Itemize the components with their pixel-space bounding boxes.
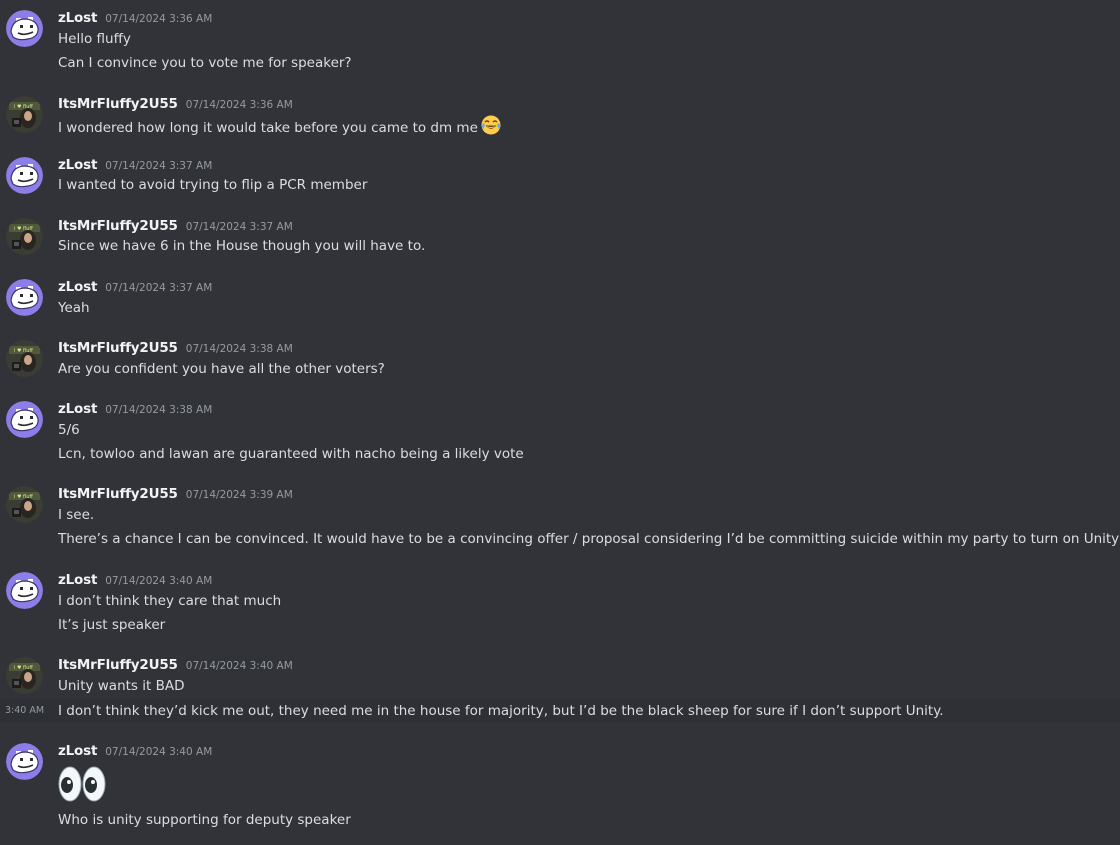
timestamp[interactable]: 07/14/2024 3:40 AM xyxy=(105,746,212,758)
zlost-avatar[interactable] xyxy=(6,743,43,780)
zlost-avatar[interactable] xyxy=(6,279,43,316)
username[interactable]: ItsMrFluffy2U55 xyxy=(58,657,178,673)
message-header: zLost 07/14/2024 3:37 AM xyxy=(58,157,212,175)
message-group: i ♥ fluff ItsMrFluffy2U55 07/14/2024 3:4… xyxy=(0,657,1120,723)
timestamp[interactable]: 07/14/2024 3:37 AM xyxy=(105,282,212,294)
username[interactable]: zLost xyxy=(58,401,97,417)
eyes-emoji-icon[interactable] xyxy=(58,765,106,803)
message-text: I wanted to avoid trying to flip a PCR m… xyxy=(58,177,368,193)
username[interactable]: ItsMrFluffy2U55 xyxy=(58,486,178,502)
message-header: ItsMrFluffy2U55 07/14/2024 3:40 AM xyxy=(58,657,293,675)
message-text: Can I convince you to vote me for speake… xyxy=(58,55,352,71)
message-text: I wondered how long it would take before… xyxy=(58,120,478,136)
message-text: There’s a chance I can be convinced. It … xyxy=(58,531,1120,547)
zlost-avatar[interactable] xyxy=(6,10,43,47)
laughing-crying-emoji-icon[interactable] xyxy=(480,114,502,142)
fluffy-avatar[interactable]: i ♥ fluff xyxy=(6,486,43,523)
timestamp[interactable]: 07/14/2024 3:40 AM xyxy=(186,660,293,672)
message-header: ItsMrFluffy2U55 07/14/2024 3:36 AM xyxy=(58,96,293,114)
username[interactable]: zLost xyxy=(58,10,97,26)
fluffy-avatar[interactable]: i ♥ fluff xyxy=(6,657,43,694)
message-text: Unity wants it BAD xyxy=(58,678,185,694)
timestamp[interactable]: 07/14/2024 3:36 AM xyxy=(186,99,293,111)
message-group: i ♥ fluff ItsMrFluffy2U55 07/14/2024 3:3… xyxy=(0,218,1120,258)
timestamp[interactable]: 07/14/2024 3:39 AM xyxy=(186,489,293,501)
username[interactable]: zLost xyxy=(58,572,97,588)
hovered-message-row[interactable]: 3:40 AM I don’t think they’d kick me out… xyxy=(0,699,1120,723)
timestamp[interactable]: 07/14/2024 3:36 AM xyxy=(105,13,212,25)
username[interactable]: ItsMrFluffy2U55 xyxy=(58,96,178,112)
zlost-avatar[interactable] xyxy=(6,572,43,609)
message-group: zLost 07/14/2024 3:40 AM I don’t think t… xyxy=(0,572,1120,636)
message-group: zLost 07/14/2024 3:37 AM Yeah xyxy=(0,279,1120,319)
message-text: I don’t think they’d kick me out, they n… xyxy=(58,703,944,719)
zlost-avatar[interactable] xyxy=(6,401,43,438)
message-text: It’s just speaker xyxy=(58,617,166,633)
timestamp[interactable]: 07/14/2024 3:37 AM xyxy=(186,221,293,233)
message-text: I don’t think they care that much xyxy=(58,593,282,609)
timestamp[interactable]: 07/14/2024 3:40 AM xyxy=(105,575,212,587)
fluffy-avatar[interactable]: i ♥ fluff xyxy=(6,96,43,133)
message-header: zLost 07/14/2024 3:40 AM xyxy=(58,743,212,761)
message-text: 5/6 xyxy=(58,422,80,438)
message-text: Yeah xyxy=(58,300,90,316)
message-group: i ♥ fluff ItsMrFluffy2U55 07/14/2024 3:3… xyxy=(0,96,1120,136)
message-header: zLost 07/14/2024 3:36 AM xyxy=(58,10,212,28)
message-text: Lcn, towloo and lawan are guaranteed wit… xyxy=(58,446,524,462)
message-header: zLost 07/14/2024 3:38 AM xyxy=(58,401,212,419)
message-group: i ♥ fluff ItsMrFluffy2U55 07/14/2024 3:3… xyxy=(0,486,1120,550)
timestamp[interactable]: 07/14/2024 3:38 AM xyxy=(105,404,212,416)
zlost-avatar[interactable] xyxy=(6,157,43,194)
username[interactable]: zLost xyxy=(58,743,97,759)
message-text: Who is unity supporting for deputy speak… xyxy=(58,812,351,828)
message-text: Hello fluffy xyxy=(58,31,131,47)
message-group: zLost 07/14/2024 3:36 AM Hello fluffy Ca… xyxy=(0,10,1120,71)
timestamp[interactable]: 07/14/2024 3:38 AM xyxy=(186,343,293,355)
message-line: I wondered how long it would take before… xyxy=(58,114,502,136)
fluffy-avatar[interactable]: i ♥ fluff xyxy=(6,340,43,377)
message-text: Are you confident you have all the other… xyxy=(58,361,385,377)
username[interactable]: zLost xyxy=(58,279,97,295)
message-group: zLost 07/14/2024 3:37 AM I wanted to avo… xyxy=(0,157,1120,197)
message-header: ItsMrFluffy2U55 07/14/2024 3:38 AM xyxy=(58,340,293,358)
timestamp[interactable]: 07/14/2024 3:37 AM xyxy=(105,160,212,172)
hover-timestamp[interactable]: 3:40 AM xyxy=(5,699,44,723)
message-header: zLost 07/14/2024 3:40 AM xyxy=(58,572,212,590)
fluffy-avatar[interactable]: i ♥ fluff xyxy=(6,218,43,255)
message-text: I see. xyxy=(58,507,95,523)
username[interactable]: zLost xyxy=(58,157,97,173)
message-group: i ♥ fluff ItsMrFluffy2U55 07/14/2024 3:3… xyxy=(0,340,1120,380)
message-text: Since we have 6 in the House though you … xyxy=(58,238,426,254)
message-header: zLost 07/14/2024 3:37 AM xyxy=(58,279,212,297)
message-group: zLost 07/14/2024 3:40 AM Who is unity su… xyxy=(0,743,1120,833)
message-header: ItsMrFluffy2U55 07/14/2024 3:37 AM xyxy=(58,218,293,236)
message-group: zLost 07/14/2024 3:38 AM 5/6 Lcn, towloo… xyxy=(0,401,1120,465)
message-header: ItsMrFluffy2U55 07/14/2024 3:39 AM xyxy=(58,486,293,504)
username[interactable]: ItsMrFluffy2U55 xyxy=(58,218,178,234)
chat-message-list: zLost 07/14/2024 3:36 AM Hello fluffy Ca… xyxy=(0,0,1120,845)
username[interactable]: ItsMrFluffy2U55 xyxy=(58,340,178,356)
